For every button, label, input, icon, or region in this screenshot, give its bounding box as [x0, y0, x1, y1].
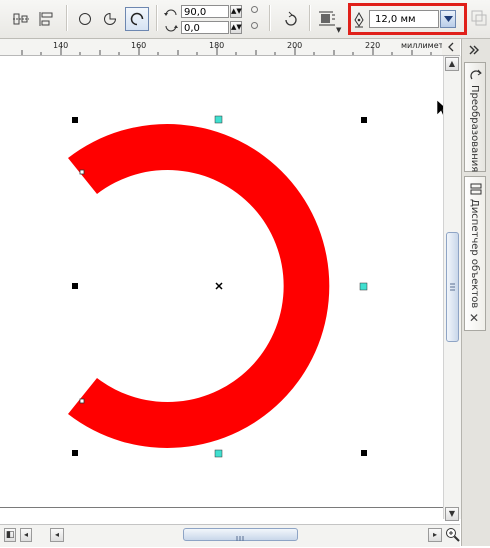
arc-icon[interactable] [125, 7, 149, 31]
ellipse-icon[interactable] [74, 8, 96, 30]
ruler-tick-label: 140 [53, 41, 69, 50]
object-manager-icon [469, 181, 483, 200]
ruler-tick-label: 200 [287, 41, 303, 50]
arc-node[interactable] [79, 398, 85, 404]
horizontal-ruler: 140 160 180 200 220 миллиметры [0, 39, 455, 56]
first-page-icon[interactable]: ◧ [4, 528, 16, 542]
pie-icon[interactable] [99, 8, 121, 30]
outline-width-highlight [348, 3, 467, 35]
tab-transformations-label: Преобразования [469, 85, 480, 173]
scroll-down-icon[interactable]: ▼ [445, 507, 459, 521]
end-angle-field[interactable]: 0,0 [181, 21, 229, 34]
tab-object-manager[interactable]: Диспетчер объектов ✕ [464, 176, 486, 331]
scroll-left-icon[interactable]: ◂ [50, 528, 64, 542]
tab-object-manager-label: Диспетчер объектов [469, 199, 480, 309]
align-icon[interactable] [10, 8, 32, 30]
scroll-up-icon[interactable]: ▲ [445, 57, 459, 71]
property-bar: 90,0 ▲▼ 0,0 ▲▼ ▼ 12,0 мм [0, 0, 490, 39]
horizontal-scroll-thumb[interactable] [183, 528, 298, 541]
docker-expand-icon[interactable] [468, 42, 484, 61]
start-angle-spinner[interactable]: ▲▼ [230, 5, 242, 18]
end-angle-spinner[interactable]: ▲▼ [230, 21, 242, 34]
ruler-tick-label: 220 [365, 41, 381, 50]
close-icon[interactable]: ✕ [469, 311, 479, 325]
overflow-icon[interactable] [470, 9, 488, 31]
distribute-icon[interactable] [36, 8, 58, 30]
wrap-dropdown-icon[interactable]: ▼ [336, 26, 341, 34]
center-marker [215, 282, 223, 290]
end-angle-icon [163, 20, 179, 39]
page-border [0, 507, 443, 508]
vertical-scroll-thumb[interactable] [446, 232, 459, 342]
prev-page-icon[interactable]: ◂ [20, 528, 32, 542]
zoom-icon[interactable] [445, 527, 460, 546]
start-angle-lock-icon[interactable] [251, 6, 258, 13]
arc-node[interactable] [79, 169, 85, 175]
drawing-canvas[interactable] [0, 56, 443, 507]
transform-icon [469, 67, 483, 86]
tab-transformations[interactable]: Преобразования [464, 62, 486, 172]
end-angle-lock-icon[interactable] [251, 22, 258, 29]
direction-icon[interactable] [280, 8, 302, 30]
ruler-tick-label: 160 [131, 41, 147, 50]
wrap-text-icon[interactable] [316, 8, 338, 30]
ruler-tick-label: 180 [209, 41, 225, 50]
scroll-right-icon[interactable]: ▸ [428, 528, 442, 542]
red-arc[interactable] [68, 124, 330, 449]
start-angle-field[interactable]: 90,0 [181, 5, 229, 18]
ruler-corner [442, 39, 460, 56]
